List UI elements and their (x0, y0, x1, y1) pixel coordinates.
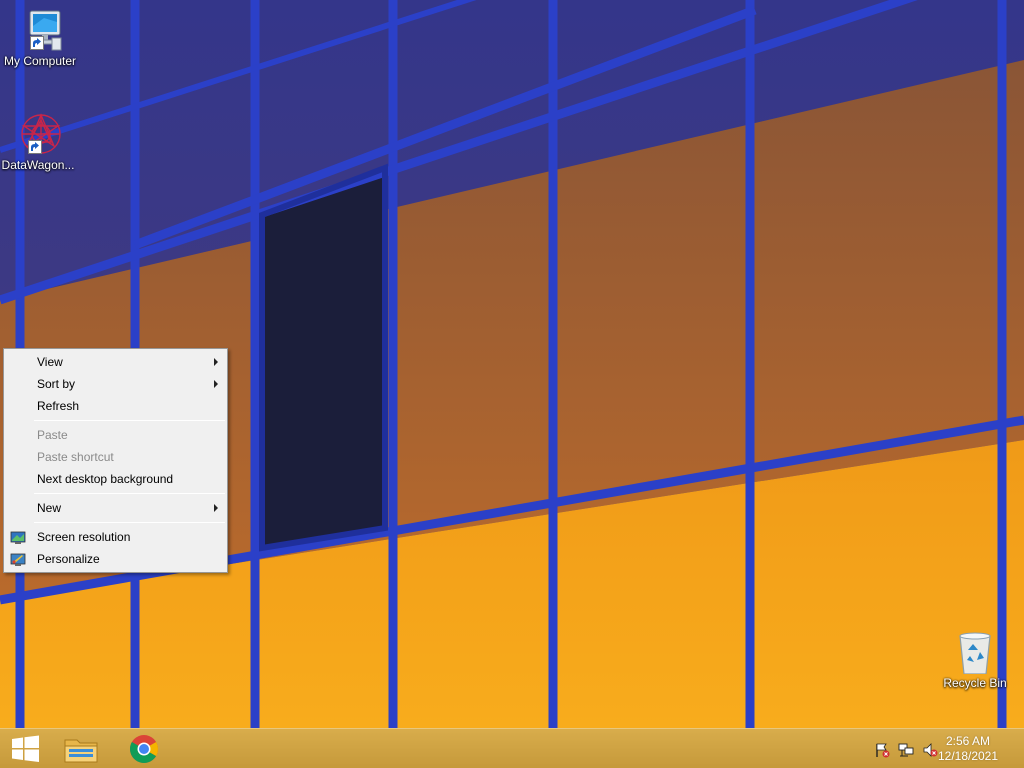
menu-separator (34, 493, 225, 494)
desktop-icon-label: DataWagon... (1, 158, 75, 172)
file-explorer-icon[interactable] (56, 729, 108, 768)
desktop-icon-label: My Computer (3, 54, 77, 68)
menu-item-sort-by[interactable]: Sort by (4, 373, 227, 395)
taskbar-clock[interactable]: 2:56 AM 12/18/2021 (928, 734, 1008, 764)
personalize-icon (10, 552, 26, 566)
recycle-bin-icon (951, 630, 999, 675)
menu-item-label: Refresh (37, 399, 80, 413)
chrome-icon[interactable] (118, 729, 170, 768)
menu-item-label: Paste shortcut (37, 450, 114, 464)
menu-item-next-desktop-background[interactable]: Next desktop background (4, 468, 227, 490)
windows-logo-icon (12, 735, 39, 762)
menu-item-label: Paste (37, 428, 68, 442)
menu-item-paste: Paste (4, 424, 227, 446)
submenu-arrow-icon (214, 358, 218, 366)
clock-time: 2:56 AM (945, 734, 991, 748)
desktop-icon-label: Recycle Bin (943, 676, 1007, 690)
menu-item-label: New (37, 501, 62, 515)
taskbar: 2:56 AM 12/18/2021 (0, 728, 1024, 768)
clock-date: 12/18/2021 (937, 749, 999, 763)
menu-item-refresh[interactable]: Refresh (4, 395, 227, 417)
menu-item-label: Next desktop background (37, 472, 174, 486)
action-center-flag-icon[interactable] (874, 742, 890, 758)
menu-item-screen-resolution[interactable]: Screen resolution (4, 526, 227, 548)
desktop-context-menu: View Sort by Refresh Paste Paste shortcu… (3, 348, 228, 573)
menu-separator (34, 420, 225, 421)
desktop[interactable]: My Computer DataWagon... Recycle Bin Vie… (0, 0, 1024, 728)
menu-item-new[interactable]: New (4, 497, 227, 519)
network-icon[interactable] (898, 742, 914, 758)
menu-separator (34, 522, 225, 523)
menu-item-personalize[interactable]: Personalize (4, 548, 227, 570)
menu-item-view[interactable]: View (4, 351, 227, 373)
screen-resolution-icon (10, 530, 26, 544)
datawagon-icon (14, 112, 62, 156)
menu-item-paste-shortcut: Paste shortcut (4, 446, 227, 468)
menu-item-label: Personalize (37, 552, 100, 566)
menu-item-label: Screen resolution (37, 530, 131, 544)
submenu-arrow-icon (214, 380, 218, 388)
desktop-icon-datawagon[interactable]: DataWagon... (0, 112, 78, 172)
start-button[interactable] (0, 729, 52, 768)
desktop-icon-recycle-bin[interactable]: Recycle Bin (935, 630, 1015, 690)
submenu-arrow-icon (214, 504, 218, 512)
menu-item-label: Sort by (37, 377, 76, 391)
my-computer-icon (16, 8, 64, 52)
shortcut-arrow-icon (28, 140, 42, 154)
shortcut-arrow-icon (30, 36, 44, 50)
menu-item-label: View (37, 355, 63, 369)
desktop-icon-my-computer[interactable]: My Computer (0, 8, 80, 68)
